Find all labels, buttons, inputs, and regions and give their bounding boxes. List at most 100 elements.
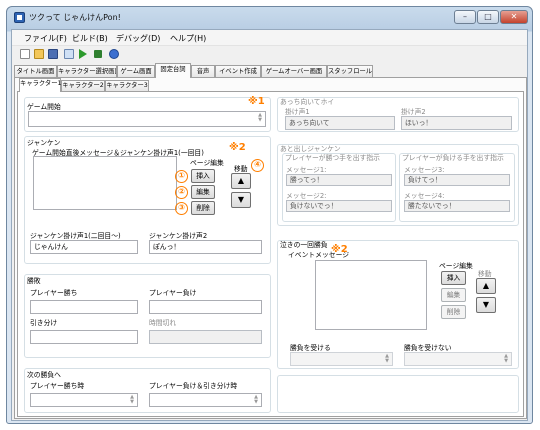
move-down-button[interactable]: ▼ <box>476 297 496 313</box>
timeout-label: 時間切れ <box>149 319 177 327</box>
message-2-field: 負けないでっ！ <box>286 200 392 212</box>
draw-field[interactable] <box>30 330 138 344</box>
app-icon <box>14 12 25 23</box>
janken-message-list[interactable] <box>33 156 177 210</box>
scroll-arrows-icon[interactable]: ▲ ▼ <box>383 354 391 364</box>
help-icon[interactable] <box>109 49 119 59</box>
game-start-label: ゲーム開始 <box>27 103 61 111</box>
edit-button: 編集 <box>441 288 466 302</box>
stop-icon[interactable] <box>94 50 102 58</box>
menu-bar: ファイル(F) ビルド(B) デバッグ(D) ヘルプ(H) <box>12 30 527 46</box>
kakegoe-2-label: ジャンケン掛け声2 <box>149 232 208 240</box>
new-document-icon[interactable] <box>20 49 30 59</box>
menu-help[interactable]: ヘルプ(H) <box>170 33 206 44</box>
play-icon[interactable] <box>79 49 87 59</box>
minimize-button[interactable]: – <box>454 10 476 24</box>
tab-event-create[interactable]: イベント作成 <box>215 65 261 77</box>
move-label: 移動 <box>478 270 492 278</box>
tab-game-screen[interactable]: ゲーム画面 <box>117 65 155 77</box>
circle-1-annotation: ① <box>175 170 188 183</box>
move-down-button[interactable]: ▼ <box>231 192 251 208</box>
tab-fixed-lines[interactable]: 固定台詞 <box>155 63 191 78</box>
player-lose-field[interactable] <box>149 300 262 314</box>
client-area: ファイル(F) ビルド(B) デバッグ(D) ヘルプ(H) タイトル画面 キャラ… <box>11 29 528 421</box>
move-up-button[interactable]: ▲ <box>476 278 496 294</box>
tab-character-1[interactable]: キャラクター1 <box>19 78 62 92</box>
message-4-label: メッセージ4: <box>404 192 445 200</box>
menu-file[interactable]: ファイル(F) <box>24 33 67 44</box>
tab-character-select[interactable]: キャラクター選択画面 <box>57 65 117 77</box>
scroll-arrows-icon[interactable]: ▲ ▼ <box>128 395 136 405</box>
insert-button[interactable]: 挿入 <box>191 169 215 183</box>
tab-character-3[interactable]: キャラクター3 <box>105 80 149 91</box>
next-win-label: プレイヤー勝ち時 <box>30 382 85 390</box>
tab-staff-roll[interactable]: スタッフロール <box>327 65 373 77</box>
move-label: 移動 <box>234 165 248 173</box>
toolbar <box>12 47 527 61</box>
fixed-lines-panel: キャラクター1 キャラクター2 キャラクター3 ゲーム開始 ※1 ▲ ▼ ジャンケ… <box>14 77 527 419</box>
scroll-arrows-icon[interactable]: ▲ ▼ <box>502 354 510 364</box>
decline-field[interactable]: ▲ ▼ <box>404 352 512 366</box>
empty-group <box>277 375 519 413</box>
kake-2-field: ほいっ！ <box>401 116 512 130</box>
next-win-field[interactable]: ▲ ▼ <box>30 393 138 407</box>
app-window: ツクって じゃんけんPon! – □ ✕ ファイル(F) ビルド(B) デバッグ… <box>6 6 533 424</box>
accept-field[interactable]: ▲ ▼ <box>290 352 393 366</box>
game-start-field[interactable]: ▲ ▼ <box>28 111 266 127</box>
kakegoe-2-field[interactable]: ぽんっ！ <box>149 240 262 254</box>
close-button[interactable]: ✕ <box>500 10 528 24</box>
shohai-label: 勝敗 <box>27 277 41 285</box>
accept-label: 勝負を受ける <box>290 344 331 352</box>
kake-1-label: 掛け声1 <box>285 108 310 116</box>
message-1-label: メッセージ1: <box>286 166 327 174</box>
insert-button[interactable]: 挿入 <box>441 271 466 285</box>
page-edit-label: ページ編集 <box>190 159 224 167</box>
message-3-field: 負けてっ！ <box>404 174 510 186</box>
timeout-field <box>149 330 262 344</box>
page-edit-label: ページ編集 <box>439 262 473 270</box>
player-lose-label: プレイヤー負け <box>149 289 197 297</box>
scroll-arrows-icon[interactable]: ▲ ▼ <box>252 395 260 405</box>
menu-build[interactable]: ビルド(B) <box>72 33 108 44</box>
player-win-label: プレイヤー勝ち <box>30 289 78 297</box>
note-2-annotation: ※2 <box>229 142 246 153</box>
player-win-field[interactable] <box>30 300 138 314</box>
event-message-list[interactable] <box>315 260 427 330</box>
note-2-annotation: ※2 <box>331 244 348 255</box>
scroll-arrows-icon[interactable]: ▲ ▼ <box>256 113 264 123</box>
tab-character-2[interactable]: キャラクター2 <box>61 80 105 91</box>
message-2-label: メッセージ2: <box>286 192 327 200</box>
character-1-panel: ゲーム開始 ※1 ▲ ▼ ジャンケン ゲーム開始直後メッセージ＆ジャンケン掛け声1… <box>17 91 524 417</box>
edit-button[interactable]: 編集 <box>191 185 215 199</box>
message-4-field: 勝たないでっ！ <box>404 200 510 212</box>
tab-game-over[interactable]: ゲームオーバー画面 <box>261 65 327 77</box>
tab-voice[interactable]: 音声 <box>191 65 215 77</box>
copy-pages-icon[interactable] <box>64 49 74 59</box>
main-tabs: タイトル画面 キャラクター選択画面 ゲーム画面 固定台詞 音声 イベント作成 ゲ… <box>14 63 528 78</box>
move-up-button[interactable]: ▲ <box>231 173 251 189</box>
draw-label: 引き分け <box>30 319 58 327</box>
decline-label: 勝負を受けない <box>404 344 452 352</box>
circle-2-annotation: ② <box>175 186 188 199</box>
message-3-label: メッセージ3: <box>404 166 445 174</box>
menu-debug[interactable]: デバッグ(D) <box>116 33 160 44</box>
player-lose-hand-label: プレイヤーが負ける手を出す指示 <box>402 154 504 162</box>
next-lose-draw-field[interactable]: ▲ ▼ <box>149 393 262 407</box>
delete-button[interactable]: 削除 <box>191 201 215 215</box>
next-game-label: 次の勝負へ <box>27 371 61 379</box>
kake-1-field: あっち向いて <box>285 116 395 130</box>
circle-3-annotation: ③ <box>175 202 188 215</box>
janken-label: ジャンケン <box>27 139 61 147</box>
kake-2-label: 掛け声2 <box>401 108 426 116</box>
open-folder-icon[interactable] <box>34 49 44 59</box>
save-disk-icon[interactable] <box>48 49 58 59</box>
tab-title-screen[interactable]: タイトル画面 <box>14 65 57 77</box>
delete-button: 削除 <box>441 305 466 319</box>
maximize-button[interactable]: □ <box>477 10 499 24</box>
note-1-annotation: ※1 <box>248 96 265 107</box>
circle-4-annotation: ④ <box>251 159 264 172</box>
kakegoe-1-field[interactable]: じゃんけん <box>30 240 138 254</box>
nakinoichi-label: 泣きの一回勝負 <box>280 241 328 249</box>
message-1-field: 勝ってっ！ <box>286 174 392 186</box>
player-win-hand-label: プレイヤーが勝つ手を出す指示 <box>285 154 380 162</box>
